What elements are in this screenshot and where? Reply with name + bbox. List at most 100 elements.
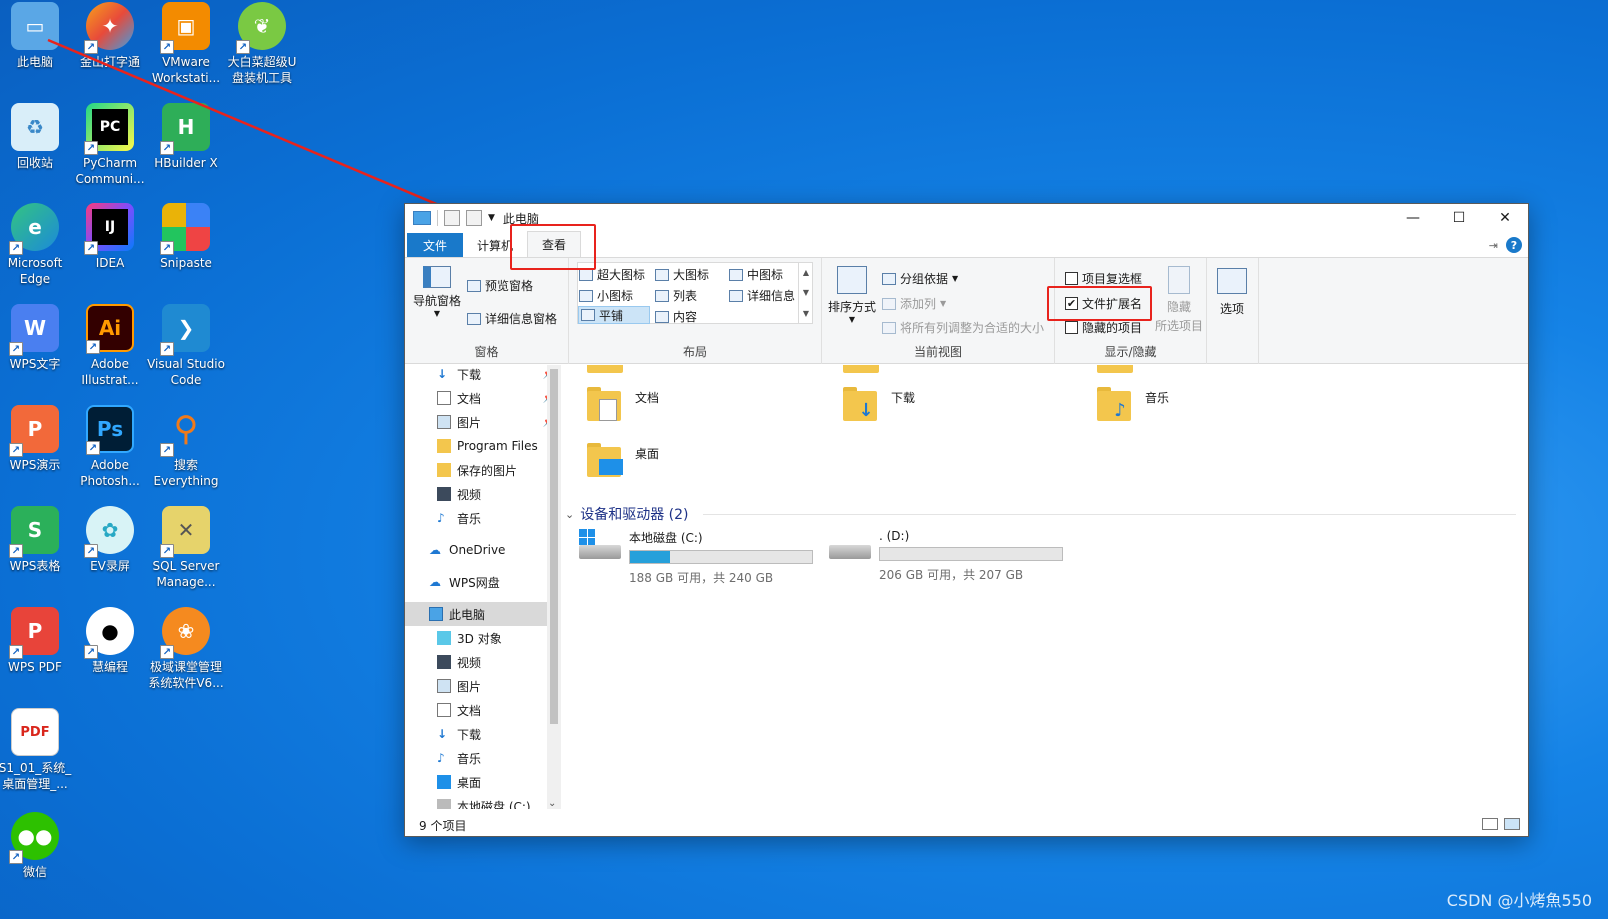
layout-large[interactable]: 大图标	[655, 266, 709, 283]
chevron-down-icon[interactable]: ▼	[488, 213, 495, 223]
drive-d[interactable]: . (D:) 206 GB 可用，共 207 GB	[827, 527, 1063, 583]
gallery-scroll[interactable]: ▲ ▼ ▼	[798, 262, 813, 324]
hidden-items-toggle[interactable]: 隐藏的项目	[1065, 319, 1142, 336]
desktop-icon-this-pc[interactable]: ▭ 此电脑	[0, 2, 73, 98]
nav-scrollbar[interactable]: ⌄	[547, 365, 561, 809]
layout-medium[interactable]: 中图标	[729, 266, 783, 283]
desktop-icon-mblock[interactable]: ● ↗ 慧编程	[72, 607, 148, 703]
desktop-icon-wps-sheets[interactable]: S ↗ WPS表格	[0, 506, 73, 602]
nav-item-onedrive[interactable]: ☁ OneDrive	[405, 538, 561, 562]
pin-ribbon-icon[interactable]: ⇥	[1489, 239, 1498, 252]
desktop-icon-idea[interactable]: IJ ↗ IDEA	[72, 203, 148, 299]
nav-item-3d-objects[interactable]: 3D 对象	[405, 626, 561, 650]
nav-item-pictures-pc[interactable]: 图片	[405, 674, 561, 698]
item-checkboxes-toggle[interactable]: 项目复选框	[1065, 270, 1142, 287]
nav-item-videos-pc[interactable]: 视频	[405, 650, 561, 674]
large-icons-view-icon[interactable]	[1504, 818, 1520, 830]
desktop-icon-edge[interactable]: e ↗ Microsoft Edge	[0, 203, 73, 299]
nav-pane-button[interactable]: 导航窗格 ▼	[413, 266, 461, 318]
properties-icon[interactable]	[444, 210, 460, 226]
desktop-icon-sql-server[interactable]: ✕ ↗ SQL Server Manage...	[148, 506, 224, 602]
nav-item-saved-pictures[interactable]: 保存的图片	[405, 458, 561, 482]
details-view-icon[interactable]	[1482, 818, 1498, 830]
desktop-icon-usb-installer[interactable]: ❦ ↗ 大白菜超级U盘装机工具	[224, 2, 300, 98]
layout-list[interactable]: 列表	[655, 287, 697, 304]
desktop-icon-mythware[interactable]: ❀ ↗ 极域课堂管理系统软件V6...	[148, 607, 224, 703]
desktop-icon-wps-presentation[interactable]: P ↗ WPS演示	[0, 405, 73, 501]
file-extensions-toggle[interactable]: ✔ 文件扩展名	[1065, 295, 1142, 312]
item-checkboxes-checkbox[interactable]	[1065, 272, 1078, 285]
layout-small[interactable]: 小图标	[579, 287, 633, 304]
document-icon	[437, 703, 451, 717]
chevron-up-icon[interactable]: ▲	[803, 268, 809, 277]
file-extensions-checkbox[interactable]: ✔	[1065, 297, 1078, 310]
desktop-icon-hbuilder[interactable]: H ↗ HBuilder X	[148, 103, 224, 199]
group-label: 显示/隐藏	[1104, 345, 1157, 359]
desktop-icon-photoshop[interactable]: Ps ↗ Adobe Photosh...	[72, 405, 148, 501]
tab-view[interactable]: 查看	[527, 231, 582, 257]
nav-item-videos[interactable]: 视频	[405, 482, 561, 506]
nav-item-wps-cloud[interactable]: ☁ WPS网盘	[405, 570, 561, 594]
desktop-icon-pdf-file[interactable]: PDF S1_01_系统_桌面管理_...	[0, 708, 73, 804]
desktop-icon-pycharm[interactable]: PC ↗ PyCharm Communi...	[72, 103, 148, 199]
desktop-icon-wps-writer[interactable]: W ↗ WPS文字	[0, 304, 73, 400]
tab-computer[interactable]: 计算机	[463, 233, 527, 257]
desktop-icon-everything[interactable]: ⚲ ↗ 搜索 Everything	[148, 405, 224, 501]
tab-file[interactable]: 文件	[407, 233, 463, 257]
nav-item-program-files[interactable]: Program Files	[405, 434, 561, 458]
nav-item-music-pc[interactable]: ♪ 音乐	[405, 746, 561, 770]
scroll-thumb[interactable]	[550, 369, 558, 724]
folder-downloads[interactable]: ↓ 下载	[841, 385, 915, 425]
section-devices-drives[interactable]: ⌄ 设备和驱动器 (2)	[565, 503, 1516, 525]
more-icon[interactable]: ▼	[803, 309, 809, 318]
nav-item-desktop[interactable]: 桌面	[405, 770, 561, 794]
hidden-items-checkbox[interactable]	[1065, 321, 1078, 334]
sort-by-button[interactable]: 排序方式 ▼	[828, 266, 876, 324]
folder-desktop[interactable]: 桌面	[585, 441, 659, 481]
desktop-icon-vmware[interactable]: ▣ ↗ VMware Workstati...	[148, 2, 224, 98]
desktop-icon-vscode[interactable]: ❯ ↗ Visual Studio Code	[147, 304, 225, 400]
drive-c[interactable]: 本地磁盘 (C:) 188 GB 可用，共 240 GB	[577, 527, 813, 586]
add-columns-button[interactable]: 添加列 ▼	[882, 295, 946, 312]
chevron-down-icon[interactable]: ⌄	[565, 508, 574, 521]
nav-item-local-disk-c[interactable]: 本地磁盘 (C:)	[405, 794, 561, 809]
nav-item-downloads[interactable]: ↓下载📌	[405, 365, 561, 386]
nav-item-this-pc[interactable]: 此电脑	[405, 602, 561, 626]
nav-item-downloads-pc[interactable]: ↓ 下载	[405, 722, 561, 746]
layout-extra-large[interactable]: 超大图标	[579, 266, 645, 283]
layout-details[interactable]: 详细信息	[729, 287, 795, 304]
desktop-icon-wps-pdf[interactable]: P ↗ WPS PDF	[0, 607, 73, 703]
nav-item-pictures[interactable]: 图片📌	[405, 410, 561, 434]
chevron-down-icon[interactable]: ▼	[803, 288, 809, 297]
folder-music[interactable]: ♪ 音乐	[1095, 385, 1169, 425]
folder-icon	[843, 365, 879, 373]
desktop-icon-kingsoft-typing[interactable]: ✦ ↗ 金山打字通	[72, 2, 148, 98]
close-button[interactable]: ✕	[1482, 204, 1528, 232]
preview-pane-button[interactable]: 预览窗格	[467, 277, 533, 294]
desktop-icon-wechat[interactable]: ●● ↗ 微信	[0, 812, 73, 908]
new-folder-icon[interactable]	[466, 210, 482, 226]
group-by-button[interactable]: 分组依据 ▼	[882, 270, 958, 287]
help-icon[interactable]: ?	[1506, 237, 1522, 253]
hide-selected-button[interactable]: 隐藏 所选项目	[1155, 266, 1203, 334]
ribbon-right-controls: ⇥ ?	[1489, 237, 1522, 253]
layout-tiles[interactable]: 平铺	[578, 306, 650, 324]
desktop-icon-snipaste[interactable]: ↗ Snipaste	[148, 203, 224, 299]
chevron-down-icon: ▼	[433, 309, 441, 318]
add-columns-icon	[882, 297, 896, 310]
nav-item-documents-pc[interactable]: 文档	[405, 698, 561, 722]
layout-content[interactable]: 内容	[655, 308, 697, 325]
drive-icon	[437, 799, 451, 809]
desktop-icon-illustrator[interactable]: Ai ↗ Adobe Illustrat...	[72, 304, 148, 400]
size-all-columns-button[interactable]: 将所有列调整为合适的大小	[882, 319, 1044, 336]
chevron-down-icon[interactable]: ⌄	[548, 798, 556, 809]
nav-item-music[interactable]: ♪ 音乐	[405, 506, 561, 530]
desktop-icon-ev-recorder[interactable]: ✿ ↗ EV录屏	[72, 506, 148, 602]
details-pane-button[interactable]: 详细信息窗格	[467, 310, 557, 327]
desktop-icon-recycle-bin[interactable]: ♻ 回收站	[0, 103, 73, 199]
minimize-button[interactable]: —	[1390, 204, 1436, 232]
options-button[interactable]: 选项	[1217, 268, 1247, 317]
nav-item-documents[interactable]: 文档📌	[405, 386, 561, 410]
maximize-button[interactable]: ☐	[1436, 204, 1482, 232]
folder-documents[interactable]: 文档	[585, 385, 659, 425]
